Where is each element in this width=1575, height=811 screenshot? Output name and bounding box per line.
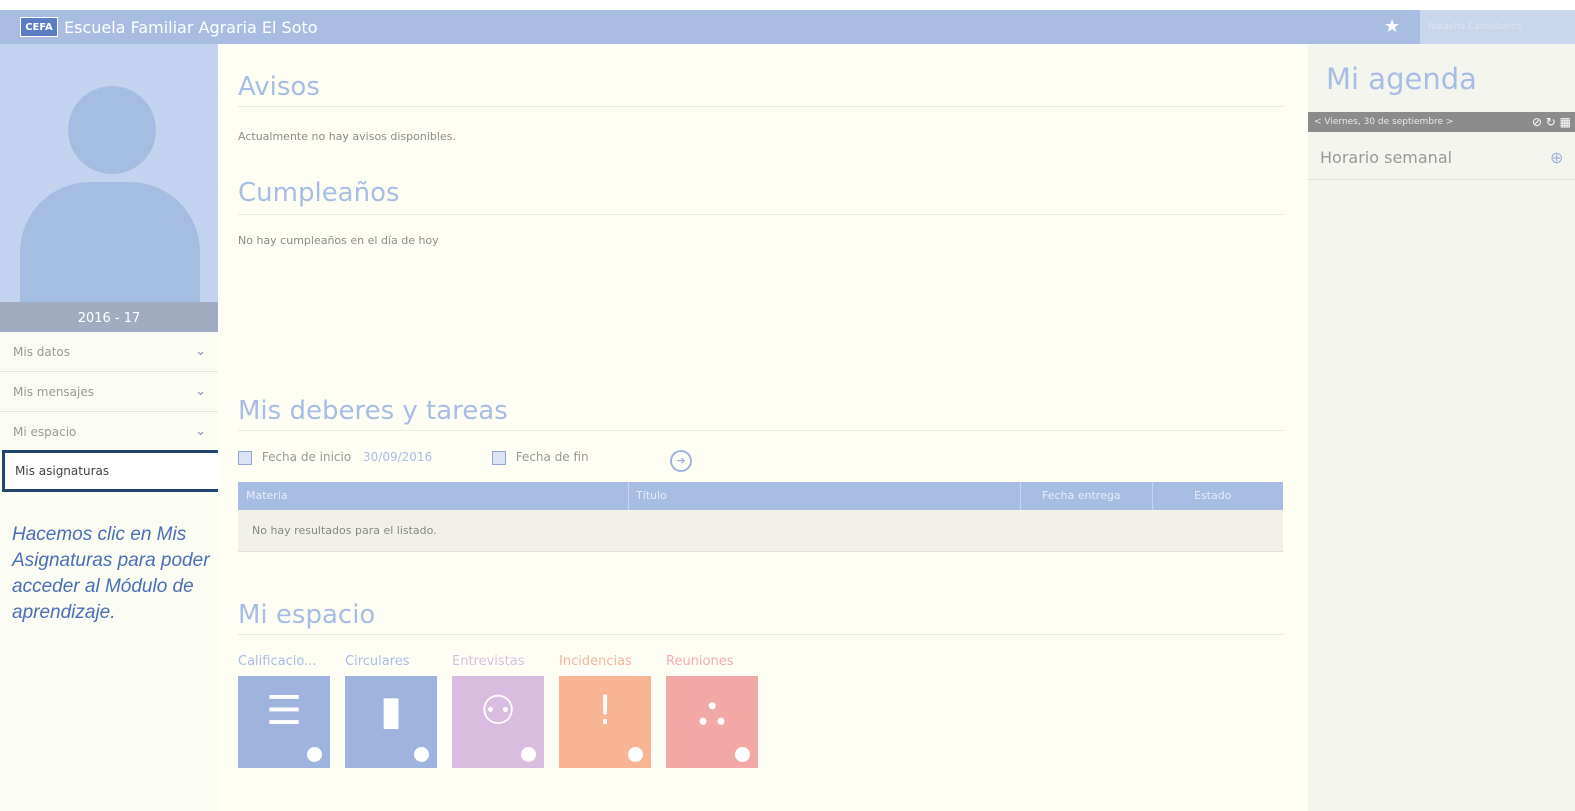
calendar-icon[interactable] — [491, 450, 506, 465]
column-header-materia[interactable]: Materia — [246, 482, 288, 510]
tile-label-circulares[interactable]: Circulares — [345, 654, 410, 669]
agenda-panel: Mi agenda < Viernes, 30 de septiembre > … — [1308, 44, 1575, 811]
tile-label-incidencias[interactable]: Incidencias — [559, 654, 632, 669]
app-title[interactable]: Escuela Familiar Agraria El Soto — [64, 18, 318, 37]
mi-espacio-title: Mi espacio — [238, 600, 376, 630]
divider — [238, 214, 1283, 215]
sidebar-item-mi-espacio[interactable]: Mi espacio ⌄ — [0, 412, 218, 452]
tile-calificaciones[interactable]: ☰ — [238, 676, 330, 768]
deberes-title: Mis deberes y tareas — [238, 396, 508, 426]
document-icon: ▮ — [379, 688, 402, 734]
avisos-text: Actualmente no hay avisos disponibles. — [238, 130, 456, 143]
table-header: Materia Título Fecha entrega Estado — [238, 482, 1283, 510]
start-date-input[interactable]: 30/09/2016 — [363, 450, 432, 464]
divider — [1308, 179, 1575, 180]
star-icon[interactable]: ★ — [1384, 16, 1400, 37]
column-divider — [628, 482, 629, 510]
sidebar: 2016 - 17 Mis datos ⌄ Mis mensajes ⌄ Mi … — [0, 44, 222, 811]
user-name[interactable]: Natasha Castelbarco — [1420, 10, 1575, 44]
report-icon: ☰ — [266, 688, 302, 734]
meeting-icon: ⛬ — [698, 688, 726, 734]
table-empty-row: No hay resultados para el listado. — [238, 510, 1283, 552]
avatar: 2016 - 17 — [0, 44, 218, 332]
sidebar-item-mis-datos[interactable]: Mis datos ⌄ — [0, 332, 218, 372]
avisos-title: Avisos — [238, 72, 320, 102]
cumpleanos-text: No hay cumpleaños en el día de hoy — [238, 234, 439, 247]
arrow-right-circle-icon[interactable]: ⊕ — [1550, 148, 1563, 167]
agenda-date-nav[interactable]: < Viernes, 30 de septiembre > ⊘ ↻ ▦ — [1308, 112, 1575, 132]
sidebar-item-label: Mi espacio — [13, 425, 77, 439]
divider — [238, 430, 1283, 431]
badge-dot — [735, 747, 750, 762]
school-logo[interactable]: CEFA — [20, 17, 58, 37]
tile-incidencias[interactable]: ! — [559, 676, 651, 768]
column-divider — [1152, 482, 1153, 510]
tile-circulares[interactable]: ▮ — [345, 676, 437, 768]
tile-entrevistas[interactable]: ⚇ — [452, 676, 544, 768]
column-header-titulo[interactable]: Título — [636, 482, 667, 510]
chevron-down-icon: ⌄ — [195, 384, 206, 399]
column-header-fecha-entrega[interactable]: Fecha entrega — [1042, 482, 1121, 510]
start-date-label: Fecha de inicio — [261, 450, 352, 464]
agenda-title: Mi agenda — [1326, 62, 1477, 96]
column-header-estado[interactable]: Estado — [1194, 482, 1231, 510]
top-bar: CEFA Escuela Familiar Agraria El Soto ★ … — [0, 10, 1575, 44]
chevron-down-icon: ⌄ — [195, 424, 206, 439]
cumpleanos-title: Cumpleaños — [238, 178, 400, 208]
date-filters: Fecha de inicio 30/09/2016 Fecha de fin — [238, 450, 589, 470]
sidebar-item-label: Mis mensajes — [13, 385, 95, 399]
tile-label-entrevistas[interactable]: Entrevistas — [452, 654, 525, 669]
tile-label-calificaciones[interactable]: Calificacio... — [238, 654, 316, 669]
badge-dot — [307, 747, 322, 762]
badge-dot — [414, 747, 429, 762]
sidebar-item-mis-mensajes[interactable]: Mis mensajes ⌄ — [0, 372, 218, 412]
avatar-head — [68, 86, 156, 174]
instruction-hint: Hacemos clic en Mis Asignaturas para pod… — [12, 524, 210, 623]
alert-icon: ! — [596, 688, 614, 734]
column-divider — [1020, 482, 1021, 510]
badge-dot — [628, 747, 643, 762]
calendar-icon[interactable] — [238, 450, 252, 465]
school-year-badge: 2016 - 17 — [0, 302, 218, 332]
chevron-down-icon: ⌄ — [195, 344, 206, 359]
main-content: Avisos Actualmente no hay avisos disponi… — [218, 44, 1308, 811]
badge-dot — [521, 747, 536, 762]
agenda-date[interactable]: < Viernes, 30 de septiembre > — [1314, 117, 1453, 127]
agenda-toolbar-icons[interactable]: ⊘ ↻ ▦ — [1532, 112, 1571, 132]
divider — [238, 106, 1283, 107]
tile-label-reuniones[interactable]: Reuniones — [666, 654, 734, 669]
agenda-item-horario[interactable]: Horario semanal — [1320, 148, 1452, 167]
sidebar-item-mis-asignaturas[interactable]: Mis asignaturas — [2, 450, 222, 492]
tile-reuniones[interactable]: ⛬ — [666, 676, 758, 768]
arrow-right-circle-icon[interactable]: ➔ — [670, 450, 692, 472]
people-icon: ⚇ — [480, 688, 516, 734]
sidebar-item-label: Mis datos — [13, 345, 71, 359]
end-date-label: Fecha de fin — [515, 450, 589, 464]
divider — [238, 634, 1283, 635]
